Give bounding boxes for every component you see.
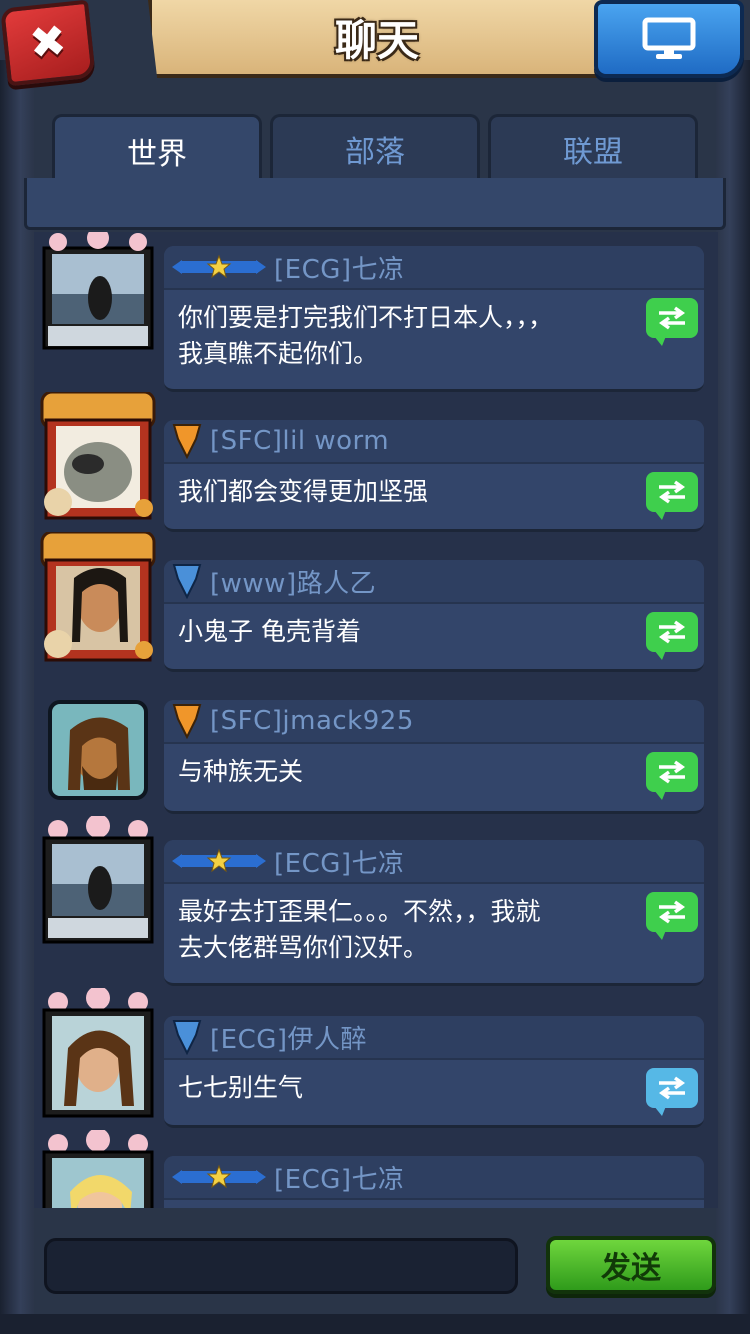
avatar[interactable]: [40, 1128, 156, 1208]
message-header: [ECG]七凉: [164, 1156, 704, 1200]
message-list[interactable]: [ECG]七凉 你们要是打完我们不打日本人，，， 我真瞧不起你们。 [SFC]l…: [34, 232, 718, 1208]
message-line: 最好去打歪果仁。。。不然，，我就: [178, 897, 541, 926]
close-button[interactable]: ✖: [0, 0, 96, 87]
sender-name[interactable]: [ECG]伊人醉: [210, 1019, 367, 1056]
message-line: 我真瞧不起你们。: [178, 339, 379, 368]
list-item: [SFC]lil worm 我们都会变得更加坚强: [34, 390, 718, 532]
message-text: 小鬼子 龟壳背着: [164, 604, 704, 650]
message-header: [ECG]七凉: [164, 840, 704, 884]
forward-button[interactable]: [646, 472, 698, 520]
sender-name[interactable]: [SFC]jmack925: [210, 706, 414, 736]
message-text: 最好去打歪果仁。。。不然，，我就 去大佬群骂你们汉奸。: [164, 884, 704, 966]
message-header: [SFC]lil worm: [164, 420, 704, 464]
message-line: 与种族无关: [178, 757, 304, 786]
rank-shield-blue-icon: [172, 564, 202, 599]
rank-ribbon-star-icon: [172, 1164, 266, 1189]
page-title: 聊天: [334, 15, 419, 65]
avatar[interactable]: [40, 390, 156, 520]
message-bubble: [ECG]七凉 最好去打歪果仁。。。不然，，我就 去大佬群骂你们汉奸。: [164, 840, 704, 986]
forward-arrows-icon: [658, 900, 686, 924]
rank-shield-orange-icon: [172, 424, 202, 459]
list-item: [www]路人乙 小鬼子 龟壳背着: [34, 530, 718, 672]
chat-tabs: 世界 部落 联盟: [52, 114, 700, 184]
send-label: 发送: [601, 1251, 661, 1286]
forward-arrows-icon: [658, 306, 686, 330]
list-item: [SFC]jmack925 与种族无关: [34, 672, 718, 814]
forward-button[interactable]: [646, 612, 698, 660]
forward-button[interactable]: [646, 1068, 698, 1116]
message-header: [ECG]伊人醉: [164, 1016, 704, 1060]
list-item: [ECG]七凉 最好去打歪果仁。。。不然，，我就 去大佬群骂你们汉奸。: [34, 814, 718, 986]
avatar[interactable]: [40, 986, 156, 1118]
rock-border-left: [0, 60, 34, 1334]
message-bubble: [SFC]lil worm 我们都会变得更加坚强: [164, 420, 704, 532]
monitor-icon: [642, 17, 696, 59]
forward-button[interactable]: [646, 892, 698, 940]
avatar[interactable]: [40, 530, 156, 662]
forward-button[interactable]: [646, 752, 698, 800]
avatar[interactable]: [40, 814, 156, 944]
rock-border-bottom: [0, 1314, 750, 1334]
message-bubble: [ECG]七凉: [164, 1156, 704, 1208]
tab-clan[interactable]: 部落: [270, 114, 480, 180]
message-bubble: [www]路人乙 小鬼子 龟壳背着: [164, 560, 704, 672]
title-banner: 聊天: [148, 0, 606, 78]
message-bubble: [ECG]七凉 你们要是打完我们不打日本人，，， 我真瞧不起你们。: [164, 246, 704, 392]
sender-name[interactable]: [www]路人乙: [210, 563, 376, 600]
avatar[interactable]: [40, 232, 156, 350]
list-item: [ECG]七凉 你们要是打完我们不打日本人，，， 我真瞧不起你们。: [34, 232, 718, 392]
message-bubble: [SFC]jmack925 与种族无关: [164, 700, 704, 814]
message-line: 七七别生气: [178, 1073, 304, 1102]
rock-border-right: [716, 60, 750, 1334]
sender-name[interactable]: [ECG]七凉: [274, 1159, 405, 1196]
message-line: 小鬼子 龟壳背着: [178, 617, 361, 646]
message-line: 我们都会变得更加坚强: [178, 477, 429, 506]
sender-name[interactable]: [ECG]七凉: [274, 843, 405, 880]
send-button[interactable]: 发送: [546, 1236, 716, 1294]
tab-content-strip: [24, 178, 726, 230]
avatar[interactable]: [48, 700, 148, 800]
message-header: [SFC]jmack925: [164, 700, 704, 744]
message-text: 你们要是打完我们不打日本人，，， 我真瞧不起你们。: [164, 290, 704, 372]
list-item: [ECG]伊人醉 七七别生气: [34, 986, 718, 1128]
message-bubble: [ECG]伊人醉 七七别生气: [164, 1016, 704, 1128]
message-line: 去大佬群骂你们汉奸。: [178, 933, 429, 962]
forward-arrows-icon: [658, 480, 686, 504]
tab-alliance[interactable]: 联盟: [488, 114, 698, 180]
screen-toggle-button[interactable]: [594, 0, 744, 78]
sender-name[interactable]: [ECG]七凉: [274, 249, 405, 286]
list-item: [ECG]七凉: [34, 1128, 718, 1208]
close-x-icon: ✖: [26, 15, 69, 70]
tab-world[interactable]: 世界: [52, 114, 262, 184]
message-text: 七七别生气: [164, 1060, 704, 1106]
message-text: 与种族无关: [164, 744, 704, 790]
rank-ribbon-star-icon: [172, 848, 266, 873]
message-text: 我们都会变得更加坚强: [164, 464, 704, 510]
forward-button[interactable]: [646, 298, 698, 346]
message-header: [ECG]七凉: [164, 246, 704, 290]
forward-arrows-icon: [658, 1076, 686, 1100]
rank-shield-orange-icon: [172, 704, 202, 739]
forward-arrows-icon: [658, 760, 686, 784]
forward-arrows-icon: [658, 620, 686, 644]
rank-ribbon-star-icon: [172, 254, 266, 279]
chat-input[interactable]: [44, 1238, 518, 1294]
rank-shield-blue-icon: [172, 1020, 202, 1055]
message-line: 你们要是打完我们不打日本人，，，: [178, 303, 554, 332]
sender-name[interactable]: [SFC]lil worm: [210, 426, 389, 456]
message-header: [www]路人乙: [164, 560, 704, 604]
